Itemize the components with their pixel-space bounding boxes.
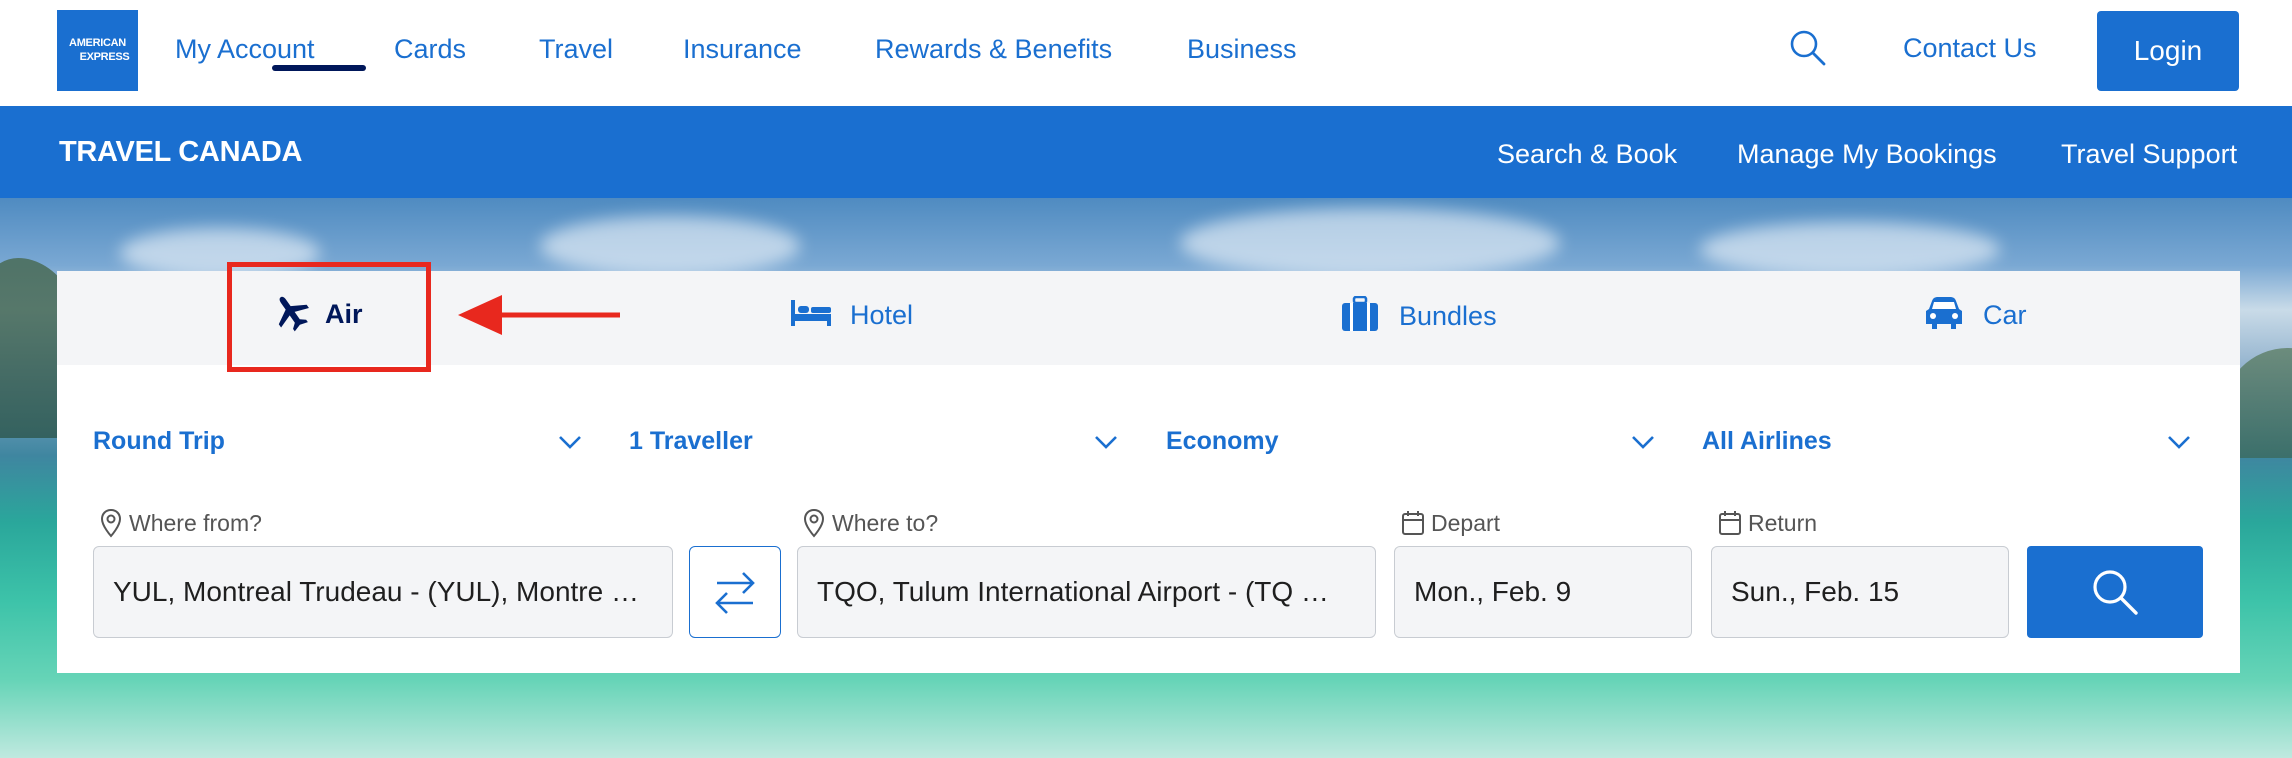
trip-type-value: Round Trip: [93, 427, 225, 455]
nav-business[interactable]: Business: [1187, 34, 1297, 65]
swap-arrows-icon: [715, 572, 755, 614]
contact-us-link[interactable]: Contact Us: [1903, 33, 2037, 64]
active-tab-indicator: [272, 65, 366, 71]
swap-locations-button[interactable]: [689, 546, 781, 638]
travel-canada-brand[interactable]: TRAVEL CANADA: [59, 136, 302, 169]
tab-hotel[interactable]: Hotel: [790, 298, 913, 333]
location-pin-icon: [100, 508, 122, 538]
tab-bundles-label: Bundles: [1399, 301, 1497, 331]
cabin-class-dropdown[interactable]: Economy: [1166, 424, 1656, 464]
logo-text-express: EXPRESS: [79, 51, 130, 63]
airlines-value: All Airlines: [1702, 427, 1832, 455]
depart-label: Depart: [1401, 508, 1500, 538]
bed-icon: [790, 298, 832, 333]
where-to-label: Where to?: [802, 508, 938, 538]
login-button[interactable]: Login: [2097, 11, 2239, 91]
tab-car-label: Car: [1983, 300, 2027, 330]
where-from-label: Where from?: [99, 508, 262, 538]
depart-date-input[interactable]: Mon., Feb. 9: [1394, 546, 1692, 638]
cabin-class-value: Economy: [1166, 427, 1279, 455]
tab-car[interactable]: Car: [1925, 296, 2027, 335]
chevron-down-icon: [1632, 436, 1654, 449]
nav-rewards-benefits[interactable]: Rewards & Benefits: [875, 34, 1112, 65]
return-label: Return: [1718, 508, 1817, 538]
chevron-down-icon: [1095, 436, 1117, 449]
where-from-input[interactable]: YUL, Montreal Trudeau - (YUL), Montre …: [93, 546, 673, 638]
car-icon: [1925, 296, 1963, 335]
search-icon[interactable]: [1789, 29, 1827, 67]
return-date-input[interactable]: Sun., Feb. 15: [1711, 546, 2009, 638]
search-icon: [2093, 570, 2138, 615]
annotation-highlight-box: [227, 262, 431, 372]
top-navigation: AMERICAN EXPRESS My Account Cards Travel…: [0, 0, 2292, 106]
tab-hotel-label: Hotel: [850, 300, 914, 330]
chevron-down-icon: [2168, 436, 2190, 449]
nav-travel[interactable]: Travel: [539, 34, 613, 65]
travellers-dropdown[interactable]: 1 Traveller: [629, 424, 1119, 464]
search-flights-button[interactable]: [2027, 546, 2203, 638]
calendar-icon: [1402, 511, 1424, 535]
trip-type-dropdown[interactable]: Round Trip: [93, 424, 583, 464]
nav-cards[interactable]: Cards: [394, 34, 466, 65]
nav-insurance[interactable]: Insurance: [683, 34, 802, 65]
subnav-travel-support[interactable]: Travel Support: [2061, 139, 2237, 170]
subnav-manage-bookings[interactable]: Manage My Bookings: [1737, 139, 1997, 170]
nav-my-account[interactable]: My Account: [175, 34, 315, 65]
chevron-down-icon: [559, 436, 581, 449]
annotation-arrow-icon: [458, 295, 620, 335]
suitcase-icon: [1341, 295, 1379, 337]
airlines-dropdown[interactable]: All Airlines: [1702, 424, 2192, 464]
amex-logo[interactable]: AMERICAN EXPRESS: [57, 10, 138, 91]
logo-text-american: AMERICAN: [69, 37, 126, 49]
subnav-search-book[interactable]: Search & Book: [1497, 139, 1677, 170]
calendar-icon: [1719, 511, 1741, 535]
where-to-input[interactable]: TQO, Tulum International Airport - (TQ …: [797, 546, 1376, 638]
travellers-value: 1 Traveller: [629, 427, 753, 455]
location-pin-icon: [803, 508, 825, 538]
travel-subnav: TRAVEL CANADA Search & Book Manage My Bo…: [0, 106, 2292, 198]
tab-bundles[interactable]: Bundles: [1341, 295, 1497, 337]
